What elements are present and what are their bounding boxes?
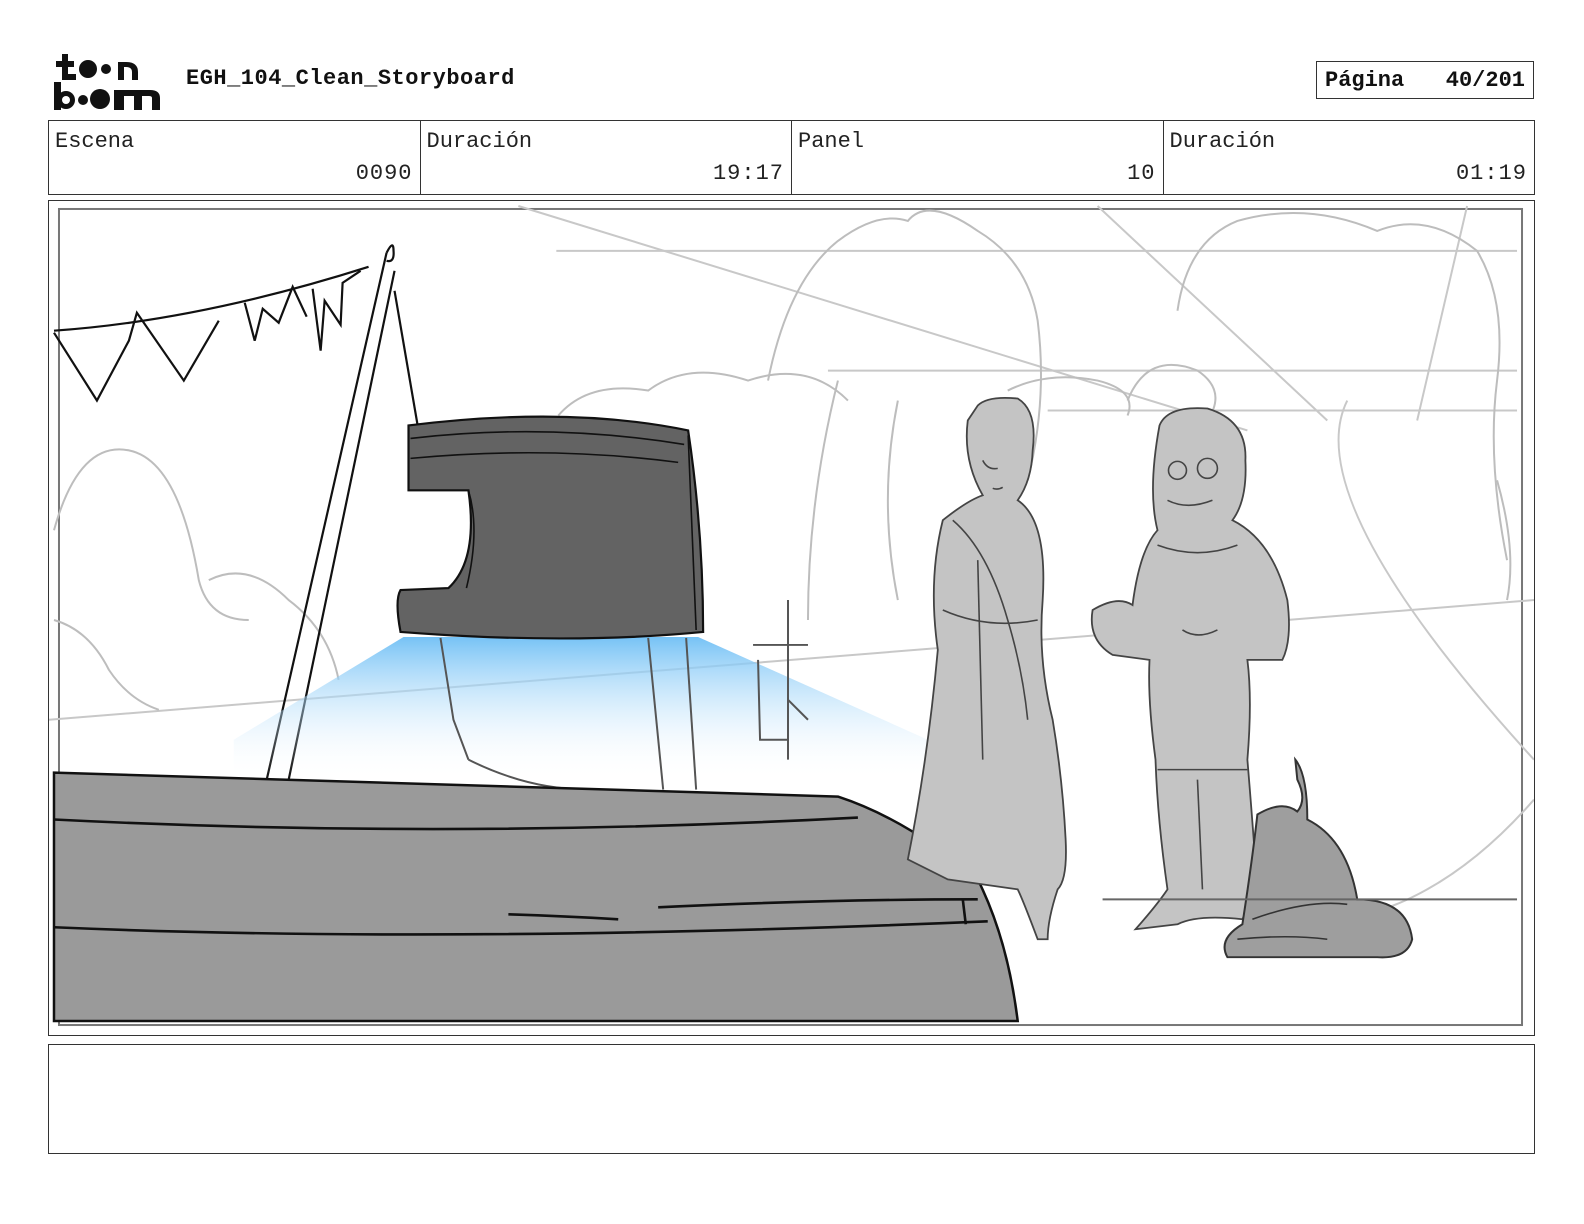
projector-body [396, 415, 705, 640]
document-title: EGH_104_Clean_Storyboard [186, 66, 515, 91]
panel-cell: Panel 10 [792, 121, 1164, 194]
scene-duration-cell: Duración 19:17 [421, 121, 792, 194]
panel-duration-value: 01:19 [1455, 161, 1527, 186]
sack [1223, 756, 1414, 959]
panel-duration-label: Duración [1169, 129, 1276, 154]
page-number: 40/201 [1445, 67, 1525, 93]
panel-label: Panel [798, 129, 865, 154]
scene-duration-value: 19:17 [712, 161, 784, 186]
storyboard-panel-frame [48, 200, 1535, 1036]
scene-info-row: Escena 0090 Duración 19:17 Panel 10 Dura… [48, 120, 1535, 195]
scene-value: 0090 [355, 161, 413, 186]
foreground-boat [52, 771, 1020, 1023]
scene-duration-label: Duración [426, 129, 533, 154]
panel-value: 10 [1127, 161, 1156, 186]
page-indicator: Página 40/201 [1316, 61, 1534, 99]
panel-duration-cell: Duración 01:19 [1164, 121, 1535, 194]
toon-boom-logo [52, 52, 164, 112]
woman-character [906, 396, 1067, 941]
page-label: Página [1325, 67, 1405, 93]
scene-cell: Escena 0090 [49, 121, 421, 194]
scene-label: Escena [55, 129, 135, 154]
panel-notes-box [48, 1044, 1535, 1154]
storyboard-panel-drawing [49, 205, 1534, 1027]
